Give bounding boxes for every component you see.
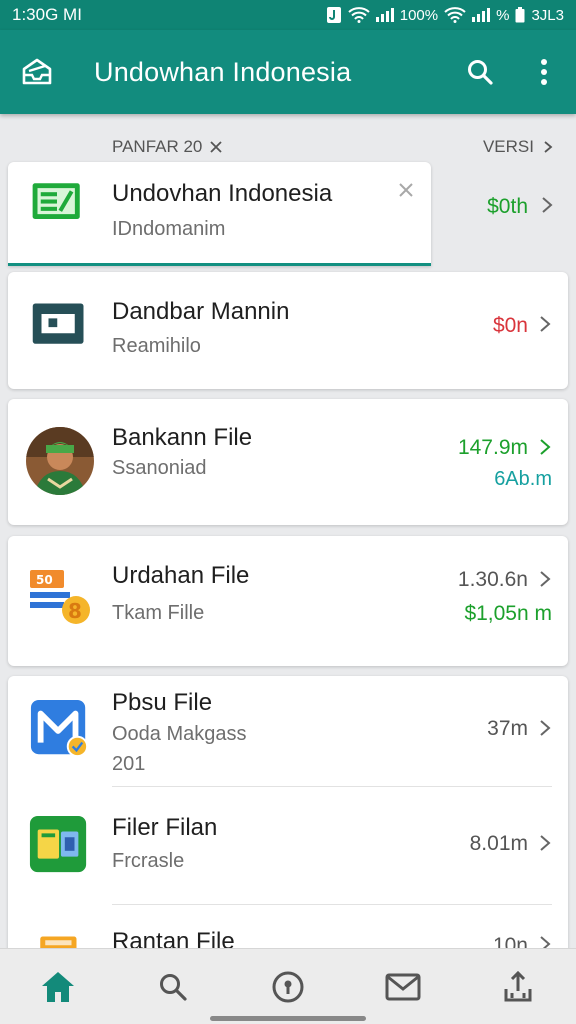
inbox-logo-icon[interactable] [20, 55, 54, 89]
app-title: Undowhan Indonesia [94, 56, 352, 87]
item-title: Dandbar Mannin [112, 298, 290, 325]
cards-label: 50 [36, 573, 53, 587]
chevron-right-icon[interactable] [540, 197, 554, 213]
item-subtitle: Reamihilo [112, 335, 201, 357]
more-vert-icon [541, 59, 547, 85]
chevron-right-icon[interactable] [538, 835, 552, 851]
version-sort[interactable]: VERSI [483, 137, 554, 157]
chevron-right-icon[interactable] [538, 720, 552, 736]
nav-search[interactable] [143, 959, 203, 1015]
percent-symbol: % [496, 6, 510, 24]
item-amount: 37m [487, 717, 528, 740]
divider [112, 786, 552, 787]
home-icon [41, 971, 74, 1002]
item-subtitle-2: 201 [112, 753, 146, 775]
app-bar: Undowhan Indonesia [0, 30, 576, 114]
list-item[interactable]: Undovhan Indonesia IDndomanim [8, 162, 431, 266]
close-icon[interactable] [210, 141, 223, 153]
item-subtitle: Ssanoniad [112, 457, 207, 479]
wifi-icon-2 [444, 7, 466, 23]
search-icon [159, 973, 187, 1001]
svg-text:8: 8 [68, 599, 82, 623]
item-subtitle: Frcrasle [112, 850, 185, 872]
more-options-button[interactable] [526, 54, 562, 90]
nav-share[interactable] [488, 959, 548, 1015]
filter-row: PANFAR 20 VERSI [0, 130, 576, 164]
compass-icon [272, 971, 304, 1002]
signal-icon [375, 8, 394, 22]
cards-orange-icon: 50 8 [30, 570, 90, 624]
status-clock-right: 3JL3 [531, 6, 564, 24]
cards-green-icon [29, 815, 87, 873]
nav-mail[interactable] [373, 959, 433, 1015]
item-title: Undovhan Indonesia [112, 180, 333, 207]
chevron-right-icon[interactable] [538, 571, 552, 587]
status-icons: 100% % 3JL3 [326, 6, 564, 24]
item-amount: 147.9m [457, 436, 528, 459]
close-icon[interactable] [398, 182, 414, 198]
item-title: Bankann File [112, 424, 253, 451]
nav-explore[interactable] [258, 959, 318, 1015]
chevron-right-icon[interactable] [538, 439, 552, 455]
divider [112, 904, 552, 905]
user-photo [26, 427, 94, 495]
list-item[interactable]: Bankann File Ssanoniad 147.9m 6Ab.m [8, 399, 568, 525]
version-label: VERSI [482, 137, 534, 156]
gesture-home-bar[interactable] [210, 1016, 366, 1021]
item-amount: 1.30.6n [457, 568, 528, 591]
item-amount: $0th [487, 195, 528, 218]
item-subtitle: Ooda Makgass [112, 723, 247, 745]
item-amount-secondary: 6Ab.m [494, 468, 552, 490]
item-amount-secondary: $1,05n m [464, 602, 552, 625]
wifi-icon [348, 7, 370, 23]
signal-icon-2 [472, 8, 491, 22]
nav-home[interactable] [28, 959, 88, 1015]
item-amount: $0n [492, 314, 528, 337]
status-bar: 1:30G MI 100% % 3JL3 [0, 0, 576, 30]
list-item[interactable]: Dandbar Mannin Reamihilo $0n [8, 272, 568, 389]
item-subtitle: Tkam Fille [112, 602, 205, 624]
item-title[interactable]: Pbsu File [112, 689, 212, 717]
list-item[interactable]: 50 8 Urdahan File Tkam Fille 1.30.6n $1,… [8, 536, 568, 666]
chevron-right-icon[interactable] [538, 316, 552, 332]
list-group: Pbsu File Ooda Makgass 201 37m Filer Fil… [8, 676, 568, 966]
battery-icon [515, 7, 525, 23]
app-notification-icon [326, 7, 341, 23]
search-icon [468, 60, 493, 85]
battery-percent: 100% [399, 6, 439, 24]
filter-chip-label: PANFAR 20 [112, 137, 203, 156]
item-title: Urdahan File [112, 562, 250, 589]
search-button[interactable] [462, 54, 498, 90]
chevron-right-icon [544, 141, 553, 153]
item-subtitle: IDndomanim [112, 218, 226, 240]
item-amount: 8.01m [469, 832, 528, 855]
share-icon [504, 970, 532, 1001]
screen-dark-icon [32, 303, 84, 344]
status-time: 1:30G MI [12, 5, 82, 24]
filter-chip[interactable]: PANFAR 20 [112, 137, 223, 157]
m-blue-icon [30, 699, 89, 758]
document-green-icon [32, 183, 80, 219]
mail-icon [385, 973, 421, 1000]
item-title[interactable]: Filer Filan [112, 814, 217, 842]
bottom-nav [0, 948, 576, 1024]
